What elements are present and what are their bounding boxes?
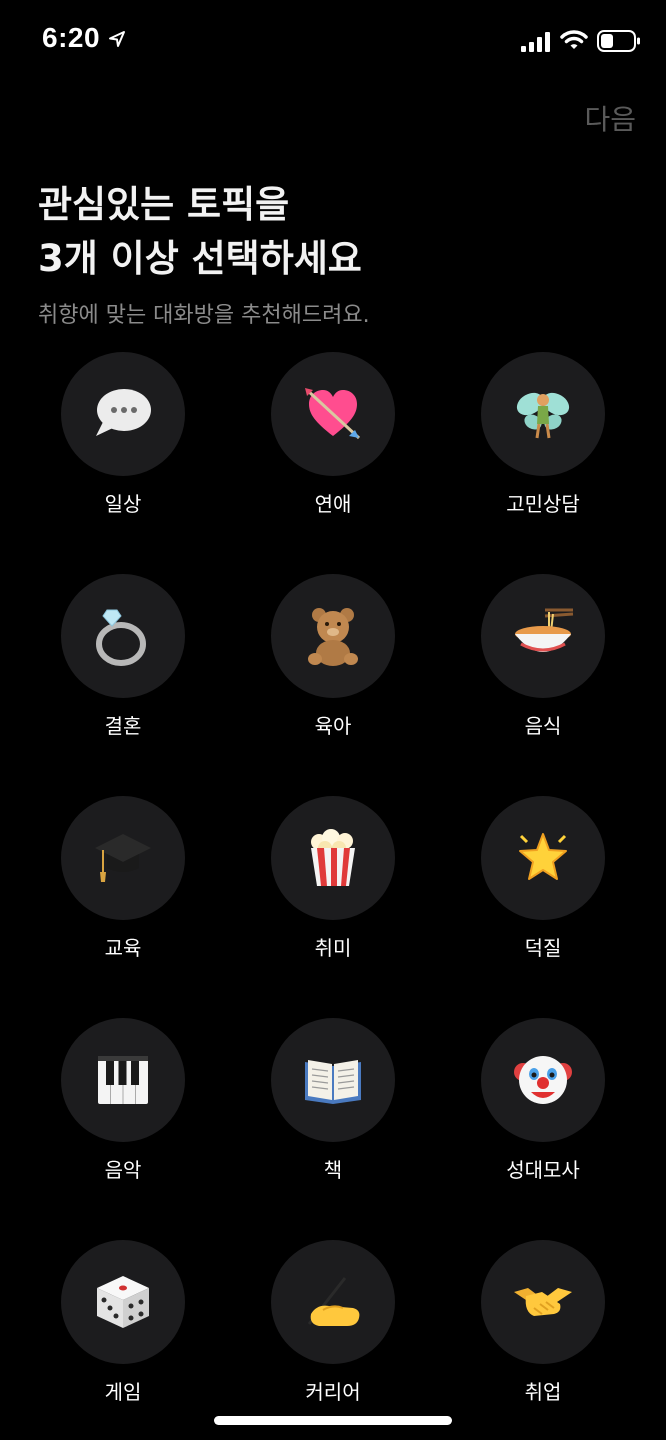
topic-label: 일상 <box>104 492 142 516</box>
topic-circle <box>481 1240 605 1364</box>
heart-arrow-icon <box>305 388 361 440</box>
title-line-2: 3개 이상 선택하세요 <box>38 237 362 280</box>
topic-circle <box>61 352 185 476</box>
page-subtitle: 취향에 맞는 대화방을 추천해드려요. <box>38 303 370 328</box>
topic-daily-life[interactable]: 일상 <box>38 352 208 552</box>
speech-bubble-icon <box>96 389 151 436</box>
page-title: 관심있는 토픽을 3개 이상 선택하세요 <box>38 178 362 286</box>
open-book-icon <box>305 1060 361 1104</box>
topic-circle <box>271 796 395 920</box>
topic-circle <box>481 796 605 920</box>
topic-hobby[interactable]: 취미 <box>248 796 418 996</box>
noodle-bowl-icon <box>515 608 574 652</box>
topic-circle <box>271 1240 395 1364</box>
piano-icon <box>98 1056 148 1104</box>
cellular-signal-icon <box>521 32 550 52</box>
writing-hand-icon <box>307 1277 360 1326</box>
topic-circle <box>61 1240 185 1364</box>
topic-counseling[interactable]: 고민상담 <box>458 352 628 552</box>
topic-label: 성대모사 <box>506 1158 580 1182</box>
topic-dating[interactable]: 연애 <box>248 352 418 552</box>
graduation-cap-icon <box>95 834 151 882</box>
topic-circle <box>481 574 605 698</box>
dice-icon <box>97 1276 149 1328</box>
home-indicator[interactable] <box>214 1416 452 1425</box>
topic-circle <box>271 1018 395 1142</box>
topic-education[interactable]: 교육 <box>38 796 208 996</box>
topic-career[interactable]: 커리어 <box>248 1240 418 1410</box>
topic-books[interactable]: 책 <box>248 1018 418 1218</box>
topic-circle <box>481 1018 605 1142</box>
topic-label: 커리어 <box>305 1380 361 1404</box>
fairy-icon <box>516 392 570 439</box>
topic-circle <box>61 796 185 920</box>
title-line-1: 관심있는 토픽을 <box>38 183 290 226</box>
topic-circle <box>271 352 395 476</box>
teddy-bear-icon <box>308 608 358 666</box>
topic-circle <box>271 574 395 698</box>
topic-label: 책 <box>323 1158 343 1182</box>
handshake-icon <box>514 1288 572 1316</box>
star-icon <box>519 833 567 880</box>
topic-label: 취미 <box>314 936 352 960</box>
ring-icon <box>96 609 146 666</box>
topic-label: 게임 <box>104 1380 142 1404</box>
topic-label: 덕질 <box>524 936 562 960</box>
topic-label: 교육 <box>104 936 142 960</box>
battery-icon <box>597 30 640 52</box>
next-button[interactable]: 다음 <box>584 98 636 138</box>
wifi-icon <box>560 30 588 49</box>
topic-label: 음악 <box>104 1158 142 1182</box>
topic-games[interactable]: 게임 <box>38 1240 208 1410</box>
topic-circle <box>61 1018 185 1142</box>
topic-fandom[interactable]: 덕질 <box>458 796 628 996</box>
topic-label: 고민상담 <box>506 492 580 516</box>
topic-circle <box>481 352 605 476</box>
clown-face-icon <box>514 1056 572 1104</box>
topic-circle <box>61 574 185 698</box>
topic-impressions[interactable]: 성대모사 <box>458 1018 628 1218</box>
status-bar: 6:20 <box>0 0 666 84</box>
topic-parenting[interactable]: 육아 <box>248 574 418 774</box>
location-arrow-icon <box>109 31 125 47</box>
popcorn-icon <box>311 829 355 886</box>
topic-food[interactable]: 음식 <box>458 574 628 774</box>
topic-label: 취업 <box>524 1380 562 1404</box>
topic-label: 육아 <box>314 714 352 738</box>
topic-employment[interactable]: 취업 <box>458 1240 628 1410</box>
topic-label: 결혼 <box>104 714 142 738</box>
status-time: 6:20 <box>42 22 101 53</box>
topic-label: 음식 <box>524 714 562 738</box>
topic-music[interactable]: 음악 <box>38 1018 208 1218</box>
topic-label: 연애 <box>314 492 352 516</box>
topic-grid: 일상 연애 고민상담 결혼 육아 음식 교육 취미 덕질 음악 책 성대모사 게… <box>0 350 666 1410</box>
topic-marriage[interactable]: 결혼 <box>38 574 208 774</box>
